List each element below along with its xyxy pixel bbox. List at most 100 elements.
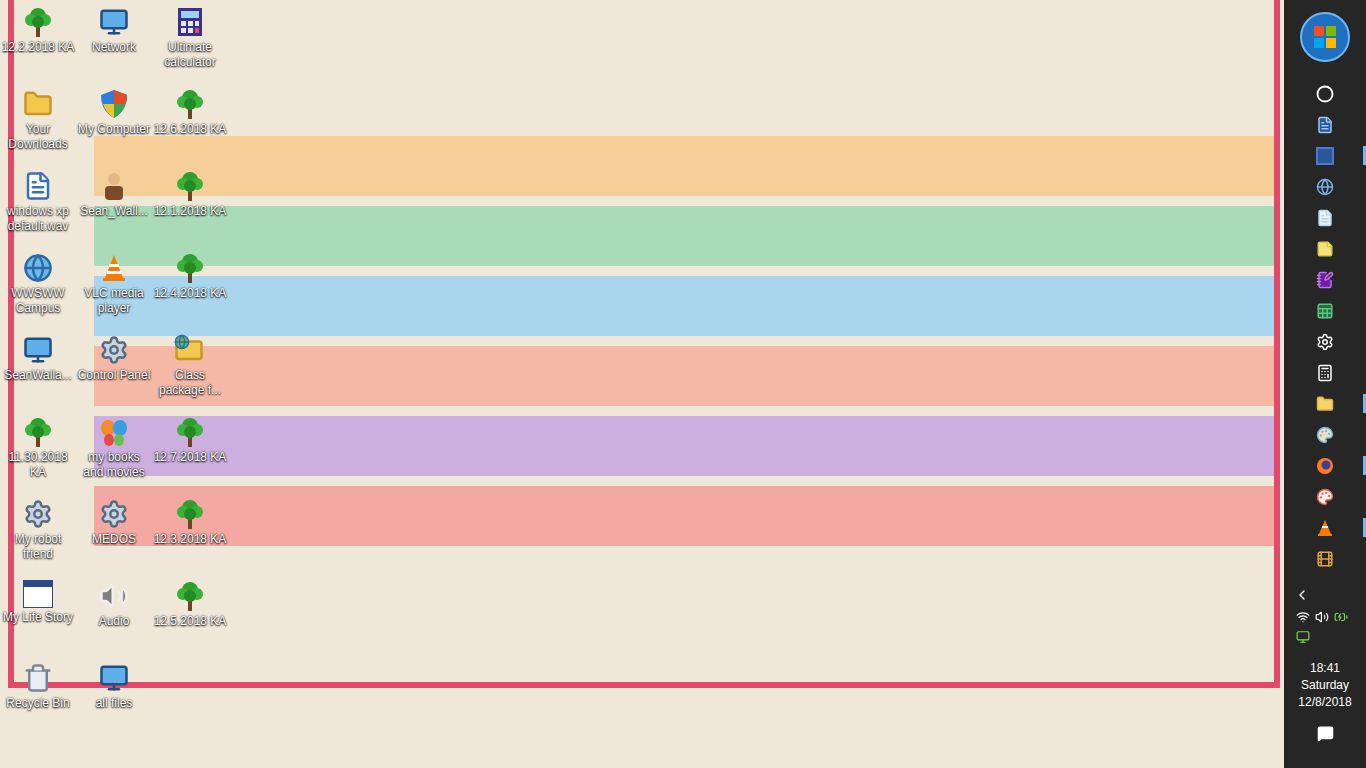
- tree-icon: [174, 170, 206, 202]
- desktop-icon[interactable]: Audio: [76, 578, 152, 660]
- audio-file-icon: [22, 170, 54, 202]
- taskbar-button[interactable]: [1284, 543, 1366, 574]
- shield-icon: [98, 88, 130, 120]
- taskbar-button[interactable]: [1284, 388, 1366, 419]
- document-icon: [1316, 116, 1334, 134]
- chevron-left-icon: [1294, 587, 1310, 603]
- desktop-icon[interactable]: Control Panel: [76, 332, 152, 414]
- desktop-icon[interactable]: Your Downloads: [0, 86, 76, 168]
- folder-globe-icon: [174, 334, 206, 366]
- desktop-icon[interactable]: 12.3.2018 KA: [152, 496, 228, 578]
- word-icon: [1316, 147, 1334, 165]
- running-indicator: [1363, 394, 1366, 413]
- desktop-icon[interactable]: Recycle Bin: [0, 660, 76, 742]
- calculator-icon: [1316, 364, 1334, 382]
- clock[interactable]: 18:41Saturday12/8/2018: [1298, 660, 1351, 711]
- tree-icon: [174, 88, 206, 120]
- folder-icon: [1316, 395, 1334, 413]
- speaker-icon: [98, 580, 130, 612]
- notifications-icon: [1317, 725, 1334, 742]
- desktop-icon[interactable]: windows xp default.wav: [0, 168, 76, 250]
- butterfly-icon: [98, 416, 130, 448]
- desktop-icon[interactable]: MEDOS: [76, 496, 152, 578]
- monitor-icon: [22, 334, 54, 366]
- spreadsheet-icon: [1316, 302, 1334, 320]
- desktop-icon[interactable]: 12.7.2018 KA: [152, 414, 228, 496]
- settings-icon: [1316, 333, 1334, 351]
- firefox-icon: [1316, 457, 1334, 475]
- clock-date: 12/8/2018: [1298, 694, 1351, 711]
- taskbar-button[interactable]: [1284, 140, 1366, 171]
- desktop-icon[interactable]: Sean_Wall...: [76, 168, 152, 250]
- taskbar-button[interactable]: [1284, 326, 1366, 357]
- desktop-icon[interactable]: 12.1.2018 KA: [152, 168, 228, 250]
- desktop-icon[interactable]: all files: [76, 660, 152, 742]
- taskbar-button[interactable]: [1284, 419, 1366, 450]
- taskbar-button[interactable]: [1284, 109, 1366, 140]
- wifi-icon[interactable]: [1296, 610, 1310, 624]
- taskbar-button[interactable]: [1284, 295, 1366, 326]
- desktop-icon[interactable]: 12.2.2018 KA: [0, 4, 76, 86]
- recycle-bin-icon: [22, 662, 54, 694]
- sticky-notes-icon: [1316, 240, 1334, 258]
- network-monitor-icon[interactable]: [1296, 630, 1310, 644]
- running-indicator: [1363, 518, 1366, 537]
- desktop-icon[interactable]: My Computer: [76, 86, 152, 168]
- desktop-screen: 12.2.2018 KAYour Downloadswindows xp def…: [0, 0, 1366, 768]
- taskbar-button[interactable]: [1284, 171, 1366, 202]
- taskbar-button[interactable]: [1284, 481, 1366, 512]
- battery-icon[interactable]: [1334, 610, 1348, 624]
- desktop-icon[interactable]: 12.5.2018 KA: [152, 578, 228, 660]
- running-indicator: [1363, 146, 1366, 165]
- volume-icon[interactable]: [1315, 610, 1329, 624]
- desktop: 12.2.2018 KAYour Downloadswindows xp def…: [0, 0, 1284, 768]
- paint-icon: [1316, 426, 1334, 444]
- start-button[interactable]: [1300, 12, 1350, 62]
- desktop-icon[interactable]: SeanWalla...: [0, 332, 76, 414]
- globe-icon: [22, 252, 54, 284]
- tree-icon: [174, 580, 206, 612]
- desktop-icon-grid: 12.2.2018 KAYour Downloadswindows xp def…: [0, 0, 1284, 742]
- cortana-icon: [1316, 85, 1334, 103]
- tree-icon: [22, 6, 54, 38]
- taskbar-button[interactable]: [1284, 357, 1366, 388]
- taskbar-button[interactable]: [1284, 202, 1366, 233]
- vlc-icon: [1316, 519, 1334, 537]
- desktop-icon[interactable]: 12.6.2018 KA: [152, 86, 228, 168]
- downloads-icon: [22, 88, 54, 120]
- desktop-icon[interactable]: My robot friend: [0, 496, 76, 578]
- taskbar-button[interactable]: [1284, 233, 1366, 264]
- taskbar-button[interactable]: [1284, 450, 1366, 481]
- taskbar-button[interactable]: [1284, 78, 1366, 109]
- taskbar-button[interactable]: [1284, 512, 1366, 543]
- settings-icon: [98, 334, 130, 366]
- taskbar: 18:41Saturday12/8/2018: [1284, 0, 1366, 768]
- tray-expand-button[interactable]: [1294, 584, 1310, 606]
- monitor-icon: [98, 6, 130, 38]
- desktop-icon[interactable]: WWSWW Campus: [0, 250, 76, 332]
- running-indicator: [1363, 456, 1366, 475]
- settings-icon: [22, 498, 54, 530]
- clock-day: Saturday: [1301, 677, 1349, 694]
- windows-logo-icon: [1312, 24, 1338, 50]
- desktop-icon[interactable]: Network: [76, 4, 152, 86]
- pinned-apps: [1284, 78, 1366, 574]
- tree-icon: [174, 498, 206, 530]
- action-center-button[interactable]: [1317, 725, 1334, 742]
- desktop-icon[interactable]: my books and movies: [76, 414, 152, 496]
- settings-icon: [98, 498, 130, 530]
- monitor-icon: [98, 662, 130, 694]
- film-icon: [1316, 550, 1334, 568]
- desktop-icon[interactable]: 11.30.2018 KA: [0, 414, 76, 496]
- taskbar-button[interactable]: [1284, 264, 1366, 295]
- tree-icon: [22, 416, 54, 448]
- clock-time: 18:41: [1310, 660, 1340, 677]
- desktop-icon[interactable]: Ultimate calculator: [152, 4, 228, 86]
- paint-3d-icon: [1316, 488, 1334, 506]
- desktop-icon[interactable]: Class package f...: [152, 332, 228, 414]
- desktop-icon[interactable]: My Life Story: [0, 578, 76, 660]
- app-window-icon: [23, 580, 53, 608]
- desktop-icon[interactable]: 12.4.2018 KA: [152, 250, 228, 332]
- system-tray: [1296, 610, 1348, 624]
- desktop-icon[interactable]: VLC media player: [76, 250, 152, 332]
